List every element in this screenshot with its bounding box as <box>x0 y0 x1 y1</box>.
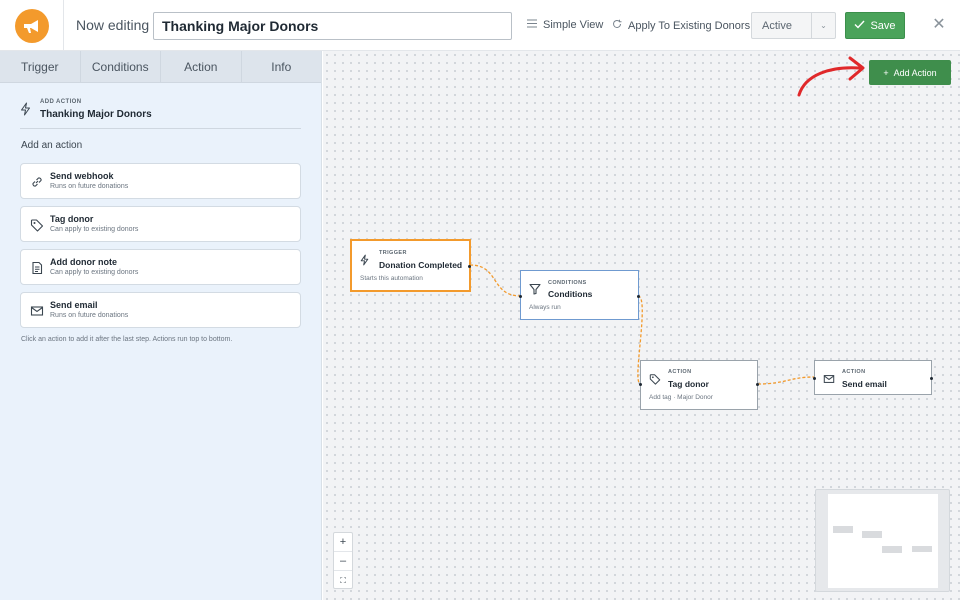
send-email-node[interactable]: ACTION Send email <box>813 360 933 395</box>
minimap-node <box>912 546 932 552</box>
zoom-in-button[interactable]: + <box>334 533 352 552</box>
conditions-node[interactable]: CONDITIONS Conditions Always run <box>519 270 640 320</box>
plus-icon: + <box>883 67 889 78</box>
fit-view-button[interactable]: ⛶ <box>334 571 352 590</box>
connector-trigger-conditions <box>469 264 522 297</box>
node-output-port[interactable] <box>637 295 640 298</box>
node-output-port[interactable] <box>930 377 933 380</box>
node-title: Send email <box>842 379 887 389</box>
connector-tag-email <box>757 376 815 385</box>
trigger-node[interactable]: TRIGGER Donation Completed Starts this a… <box>350 239 471 292</box>
node-kicker: ACTION <box>668 369 692 375</box>
tag-icon <box>649 372 661 390</box>
node-title: Conditions <box>548 289 593 299</box>
node-detail: Always run <box>529 304 561 311</box>
annotation-arrow-icon <box>797 56 865 97</box>
mail-icon <box>823 372 835 390</box>
minimap-node <box>862 531 882 538</box>
node-input-port[interactable] <box>813 377 816 380</box>
minimap-node <box>882 546 902 553</box>
node-kicker: TRIGGER <box>379 250 407 256</box>
add-action-button[interactable]: + Add Action <box>869 60 951 85</box>
lightning-icon <box>360 253 369 271</box>
node-output-port[interactable] <box>756 383 759 386</box>
filter-icon <box>529 282 541 300</box>
node-input-port[interactable] <box>639 383 642 386</box>
add-action-label: Add Action <box>893 67 937 78</box>
node-input-port[interactable] <box>519 295 522 298</box>
node-title: Donation Completed <box>379 260 463 270</box>
tag-donor-node[interactable]: ACTION Tag donor Add tag · Major Donor <box>639 360 759 410</box>
node-kicker: CONDITIONS <box>548 280 587 286</box>
node-kicker: ACTION <box>842 369 866 375</box>
zoom-out-button[interactable]: – <box>334 552 352 571</box>
minimap[interactable] <box>815 489 950 592</box>
node-output-port[interactable] <box>468 265 471 268</box>
zoom-controls: + – ⛶ <box>333 532 353 589</box>
minimap-viewport <box>828 494 938 588</box>
node-title: Tag donor <box>668 379 709 389</box>
node-detail: Add tag · Major Donor <box>649 394 713 401</box>
minimap-node <box>833 526 853 533</box>
node-detail: Starts this automation <box>360 275 423 282</box>
